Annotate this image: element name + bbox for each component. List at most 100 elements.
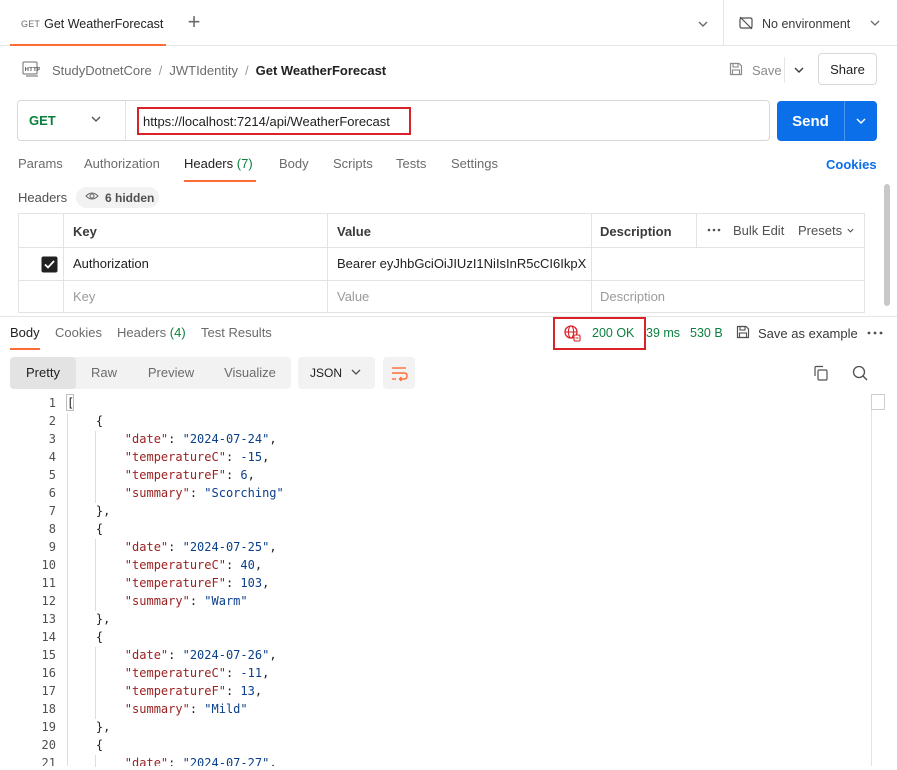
- indent-guide: [95, 431, 96, 503]
- code-line: "summary": "Warm": [124, 594, 248, 608]
- line-number: 11: [41, 576, 56, 590]
- breadcrumb-separator: /: [244, 62, 249, 78]
- response-tab-cookies[interactable]: Cookies: [55, 322, 102, 350]
- json-key: "summary": [124, 702, 190, 716]
- table-cell: [64, 281, 328, 313]
- search-icon[interactable]: [851, 364, 869, 382]
- code-line: "summary": "Mild": [124, 702, 248, 716]
- url-input[interactable]: https://localhost:7214/api/WeatherForeca…: [137, 107, 411, 135]
- presets-label: Presets: [798, 223, 843, 238]
- tab-headers-label: Headers: [184, 156, 234, 171]
- json-value: 103: [240, 576, 263, 590]
- format-raw-button[interactable]: Raw: [76, 357, 132, 389]
- bulk-edit-button[interactable]: Bulk Edit: [733, 223, 784, 238]
- hidden-headers-toggle[interactable]: 6 hidden: [76, 187, 159, 208]
- new-header-value-input[interactable]: Value: [337, 289, 369, 304]
- wrap-lines-button[interactable]: [383, 357, 415, 389]
- format-visualize-button[interactable]: Visualize: [212, 357, 288, 389]
- code-line: "temperatureF": 103,: [124, 576, 270, 590]
- line-number-gutter: 1 2 3 4 5 6 7 8 9 10 11 12 13 14 15 16 17 18 19 20 21: [0, 394, 56, 766]
- code-line: {: [67, 630, 104, 644]
- response-body-viewer[interactable]: 1 2 3 4 5 6 7 8 9 10 11 12 13 14 15 16 17 18 19 20 21 [ { "d…: [0, 394, 897, 766]
- response-tab-test-results[interactable]: Test Results: [201, 322, 272, 350]
- json-value: "2024-07-27": [182, 756, 270, 766]
- pane-divider[interactable]: [0, 316, 897, 317]
- method-select[interactable]: GET: [18, 101, 126, 140]
- json-key: "date": [124, 540, 169, 554]
- indent-guide: [95, 647, 96, 719]
- new-header-description-input[interactable]: Description: [600, 289, 665, 304]
- chevron-down-icon[interactable]: [693, 14, 713, 34]
- copy-icon[interactable]: [812, 364, 830, 382]
- save-as-example-button[interactable]: Save as example: [735, 324, 858, 342]
- breadcrumb: HTTP StudyDotnetCore / JWTIdentity / Get…: [22, 58, 386, 82]
- method-label: GET: [29, 113, 56, 128]
- tab-headers[interactable]: Headers (7): [184, 152, 256, 182]
- send-button[interactable]: Send: [777, 101, 877, 141]
- tab-authorization[interactable]: Authorization: [84, 152, 160, 182]
- indent-guide: [95, 539, 96, 611]
- json-key: "temperatureC": [124, 558, 226, 572]
- json-value: -11: [240, 666, 263, 680]
- json-key: "date": [124, 648, 169, 662]
- breadcrumb-collection[interactable]: StudyDotnetCore: [52, 63, 152, 78]
- tab-tests[interactable]: Tests: [396, 152, 426, 182]
- line-number: 19: [41, 720, 56, 734]
- send-label: Send: [792, 112, 829, 130]
- language-select[interactable]: JSON: [298, 357, 375, 389]
- chevron-down-icon[interactable]: [791, 62, 807, 78]
- code-scrollbar[interactable]: [871, 410, 872, 766]
- header-value[interactable]: Bearer eyJhbGciOiJIUzI1NiIsInR5cCI6IkpX.…: [337, 256, 587, 271]
- status-code[interactable]: 200 OK: [592, 326, 634, 340]
- header-key[interactable]: Authorization: [73, 256, 149, 271]
- line-number: 5: [48, 468, 56, 482]
- environment-select[interactable]: No environment: [738, 12, 883, 36]
- tab-scripts[interactable]: Scripts: [333, 152, 373, 182]
- response-size[interactable]: 530 B: [690, 326, 723, 340]
- breadcrumb-folder[interactable]: JWTIdentity: [169, 63, 238, 78]
- code-line: },: [67, 720, 111, 734]
- json-value: 6: [240, 468, 248, 482]
- save-button[interactable]: Save: [728, 58, 782, 82]
- format-preview-button[interactable]: Preview: [136, 357, 206, 389]
- json-key: "temperatureF": [124, 684, 226, 698]
- more-horizontal-icon[interactable]: [866, 325, 884, 341]
- request-tab-method: GET: [21, 19, 41, 29]
- json-key: "summary": [124, 486, 190, 500]
- new-tab-button[interactable]: +: [184, 11, 204, 33]
- json-key: "temperatureF": [124, 468, 226, 482]
- json-key: "date": [124, 756, 169, 766]
- code-line: {: [67, 738, 104, 752]
- line-number: 15: [41, 648, 56, 662]
- request-tab[interactable]: GET Get WeatherForecast: [10, 4, 166, 46]
- presets-button[interactable]: Presets: [798, 223, 855, 238]
- http-icon: HTTP: [22, 60, 41, 81]
- response-tab-headers[interactable]: Headers (4): [117, 322, 186, 350]
- response-time[interactable]: 39 ms: [646, 326, 680, 340]
- json-key: "temperatureF": [124, 576, 226, 590]
- code-content: [ { "date": "2024-07-24", "temperatureC"…: [67, 394, 284, 766]
- col-description-header: Description: [600, 224, 672, 239]
- tab-settings[interactable]: Settings: [451, 152, 498, 182]
- overview-ruler[interactable]: [871, 394, 885, 410]
- line-number: 4: [48, 450, 56, 464]
- code-line: },: [67, 612, 111, 626]
- response-tab-headers-label: Headers: [117, 325, 167, 340]
- format-pretty-button[interactable]: Pretty: [10, 357, 76, 389]
- json-value: -15: [240, 450, 263, 464]
- tab-params[interactable]: Params: [18, 152, 63, 182]
- more-horizontal-icon[interactable]: [706, 223, 722, 240]
- request-scrollbar[interactable]: [884, 184, 890, 306]
- breadcrumb-request[interactable]: Get WeatherForecast: [256, 63, 387, 78]
- share-button[interactable]: Share: [818, 53, 877, 85]
- cookies-link[interactable]: Cookies: [826, 157, 877, 172]
- chevron-down-icon[interactable]: [853, 113, 869, 129]
- new-header-key-input[interactable]: Key: [73, 289, 95, 304]
- line-number: 17: [41, 684, 56, 698]
- header-enabled-checkbox[interactable]: [41, 256, 58, 276]
- tab-headers-count: (7): [236, 156, 253, 171]
- network-globe-icon[interactable]: [563, 324, 581, 342]
- save-as-example-label: Save as example: [758, 325, 858, 341]
- tab-body[interactable]: Body: [279, 152, 309, 182]
- response-tab-body[interactable]: Body: [10, 322, 40, 350]
